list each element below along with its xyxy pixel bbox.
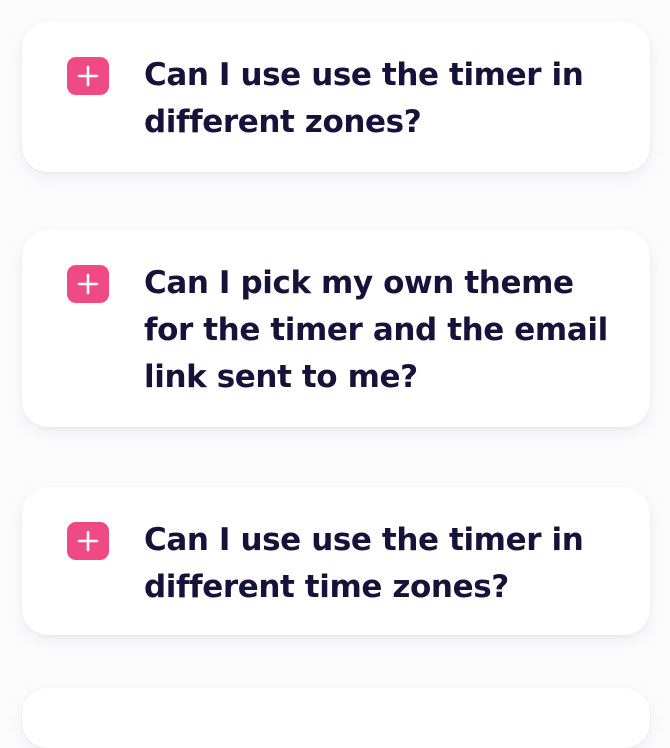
faq-question: Can I pick my own theme for the timer an… — [144, 265, 608, 395]
plus-icon — [77, 530, 99, 552]
faq-item[interactable] — [22, 688, 650, 748]
expand-button[interactable] — [67, 522, 109, 560]
expand-button[interactable] — [67, 265, 109, 303]
plus-icon — [77, 273, 99, 295]
expand-button[interactable] — [67, 57, 109, 95]
faq-list: Can I use use the timer in different zon… — [0, 0, 670, 748]
faq-question: Can I use use the timer in different zon… — [144, 57, 584, 140]
faq-item[interactable]: Can I use use the timer in different zon… — [22, 22, 650, 172]
faq-item[interactable]: Can I pick my own theme for the timer an… — [22, 230, 650, 427]
faq-item[interactable]: Can I use use the timer in different tim… — [22, 487, 650, 635]
plus-icon — [77, 65, 99, 87]
faq-question: Can I use use the timer in different tim… — [144, 522, 584, 605]
